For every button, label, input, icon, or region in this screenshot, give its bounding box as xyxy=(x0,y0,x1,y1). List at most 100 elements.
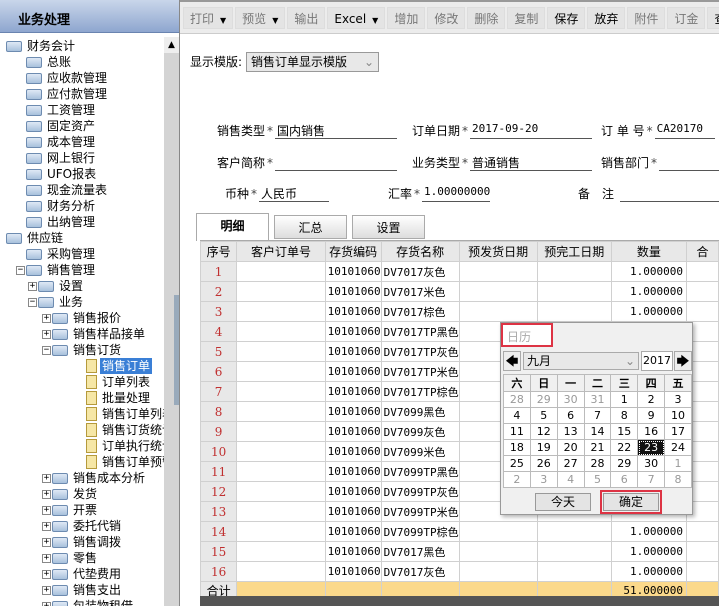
table-cell[interactable]: DV7017TP黑色 xyxy=(380,321,460,342)
tree-item[interactable]: − 销售管理 xyxy=(0,262,164,278)
tab-summary[interactable]: 汇总 xyxy=(274,215,347,239)
tree-item[interactable]: 出纳管理 xyxy=(0,214,164,230)
tree-item[interactable]: + 销售成本分析 xyxy=(0,470,164,486)
table-cell[interactable] xyxy=(536,301,612,322)
table-cell[interactable]: 10101060 xyxy=(324,261,382,282)
tree-item[interactable]: 销售订单预警 xyxy=(0,454,164,470)
calendar-day[interactable]: 31 xyxy=(583,391,612,408)
table-cell[interactable] xyxy=(236,521,326,542)
table-cell[interactable]: 10101060 xyxy=(324,481,382,502)
expand-icon[interactable]: + xyxy=(42,314,51,323)
expand-icon[interactable]: + xyxy=(42,506,51,515)
table-cell[interactable]: 10101060 xyxy=(324,421,382,442)
tree-item[interactable]: + 包装物租借 xyxy=(0,598,164,606)
column-header[interactable]: 数量 xyxy=(610,241,688,262)
calendar-day[interactable]: 7 xyxy=(637,471,666,488)
table-cell[interactable]: 10101060 xyxy=(324,281,382,302)
calendar-day[interactable]: 29 xyxy=(529,391,558,408)
expand-icon[interactable]: + xyxy=(42,522,51,531)
toolbar-button[interactable]: 订金 xyxy=(667,7,706,29)
calendar-day[interactable]: 25 xyxy=(503,455,531,472)
column-header[interactable]: 存货名称 xyxy=(380,241,460,262)
table-row[interactable]: 16 10101060 DV7017灰色 1.000000 xyxy=(200,561,719,582)
table-cell[interactable] xyxy=(236,281,326,302)
tree-item[interactable]: − 业务 xyxy=(0,294,164,310)
calendar-day[interactable]: 26 xyxy=(529,455,558,472)
sales-type-input[interactable]: 国内销售 xyxy=(275,122,398,139)
table-cell[interactable] xyxy=(236,381,326,402)
table-cell[interactable] xyxy=(236,501,326,522)
month-dropdown[interactable]: 九月 ⌄ xyxy=(523,352,639,370)
table-cell[interactable]: 10101060 xyxy=(324,521,382,542)
table-cell[interactable]: 10101060 xyxy=(324,461,382,482)
dept-input[interactable] xyxy=(659,154,719,171)
tree-item[interactable]: + 销售支出 xyxy=(0,582,164,598)
calendar-day[interactable]: 17 xyxy=(664,423,692,440)
table-row[interactable]: 14 10101060 DV7099TP棕色 1.000000 xyxy=(200,521,719,542)
table-cell[interactable]: 10101060 xyxy=(324,501,382,522)
toolbar-button[interactable]: 预览 ▼ xyxy=(235,7,286,29)
toolbar-button[interactable]: 查可 xyxy=(707,7,719,29)
table-cell[interactable]: 10101060 xyxy=(324,321,382,342)
table-row[interactable]: 15 10101060 DV7017黑色 1.000000 xyxy=(200,541,719,562)
table-cell[interactable] xyxy=(686,561,719,582)
tree-item[interactable]: + 销售样品接单 xyxy=(0,326,164,342)
table-cell[interactable]: DV7017黑色 xyxy=(380,541,460,562)
table-cell[interactable]: DV7099灰色 xyxy=(380,421,460,442)
table-cell[interactable] xyxy=(458,301,538,322)
table-cell[interactable] xyxy=(536,261,612,282)
toolbar-button[interactable]: 删除 xyxy=(467,7,506,29)
scroll-thumb[interactable] xyxy=(174,295,179,405)
toolbar-button[interactable]: 增加 xyxy=(387,7,426,29)
column-header[interactable]: 合 xyxy=(686,241,719,262)
calendar-day[interactable]: 7 xyxy=(583,407,612,424)
toolbar-button[interactable]: 附件 xyxy=(627,7,666,29)
table-cell[interactable] xyxy=(458,281,538,302)
table-cell[interactable] xyxy=(458,261,538,282)
tab-detail[interactable]: 明细 xyxy=(196,213,269,241)
tree-item[interactable]: 工资管理 xyxy=(0,102,164,118)
tab-settings[interactable]: 设置 xyxy=(352,215,425,239)
column-header[interactable]: 序号 xyxy=(200,241,238,262)
tree-item[interactable]: UFO报表 xyxy=(0,166,164,182)
tree-item[interactable]: 销售订货统计 xyxy=(0,422,164,438)
calendar-day[interactable]: 22 xyxy=(610,439,639,456)
calendar-day[interactable]: 29 xyxy=(610,455,639,472)
table-cell[interactable] xyxy=(236,481,326,502)
dropdown-arrow-icon[interactable]: ▼ xyxy=(272,16,278,25)
table-cell[interactable] xyxy=(686,541,719,562)
table-cell[interactable] xyxy=(686,521,719,542)
table-cell[interactable]: DV7017灰色 xyxy=(380,561,460,582)
expand-icon[interactable]: + xyxy=(42,474,51,483)
horizontal-scrollbar[interactable] xyxy=(200,596,719,606)
table-cell[interactable] xyxy=(236,421,326,442)
tree-item[interactable]: 应付款管理 xyxy=(0,86,164,102)
calendar-day[interactable]: 27 xyxy=(556,455,585,472)
expand-icon[interactable]: + xyxy=(42,330,51,339)
table-cell[interactable]: 10101060 xyxy=(324,301,382,322)
confirm-button[interactable]: 确定 xyxy=(600,490,662,514)
table-cell[interactable]: DV7017TP米色 xyxy=(380,361,460,382)
table-cell[interactable] xyxy=(236,341,326,362)
table-cell[interactable]: 1.000000 xyxy=(610,281,688,302)
expand-icon[interactable]: + xyxy=(42,602,51,606)
table-cell[interactable]: 10101060 xyxy=(324,361,382,382)
scroll-up-icon[interactable]: ▲ xyxy=(164,37,179,53)
tree-item[interactable]: + 代垫费用 xyxy=(0,566,164,582)
table-cell[interactable] xyxy=(458,561,538,582)
calendar-day[interactable]: 1 xyxy=(610,391,639,408)
table-cell[interactable] xyxy=(686,281,719,302)
calendar-day[interactable]: 16 xyxy=(637,423,666,440)
tree-item[interactable]: + 开票 xyxy=(0,502,164,518)
calendar-day[interactable]: 4 xyxy=(556,471,585,488)
order-date-input[interactable]: 2017-09-20 xyxy=(470,122,593,139)
today-button[interactable]: 今天 xyxy=(535,493,591,511)
table-cell[interactable]: DV7099TP灰色 xyxy=(380,481,460,502)
tree-item[interactable]: 销售订单 xyxy=(0,358,164,374)
tree-item[interactable]: + 零售 xyxy=(0,550,164,566)
biz-type-input[interactable]: 普通销售 xyxy=(470,154,593,171)
table-cell[interactable]: DV7017棕色 xyxy=(380,301,460,322)
tree-item[interactable]: 供应链 xyxy=(0,230,164,246)
calendar-day[interactable]: 18 xyxy=(503,439,531,456)
toolbar-button[interactable]: Excel ▼ xyxy=(327,7,386,29)
